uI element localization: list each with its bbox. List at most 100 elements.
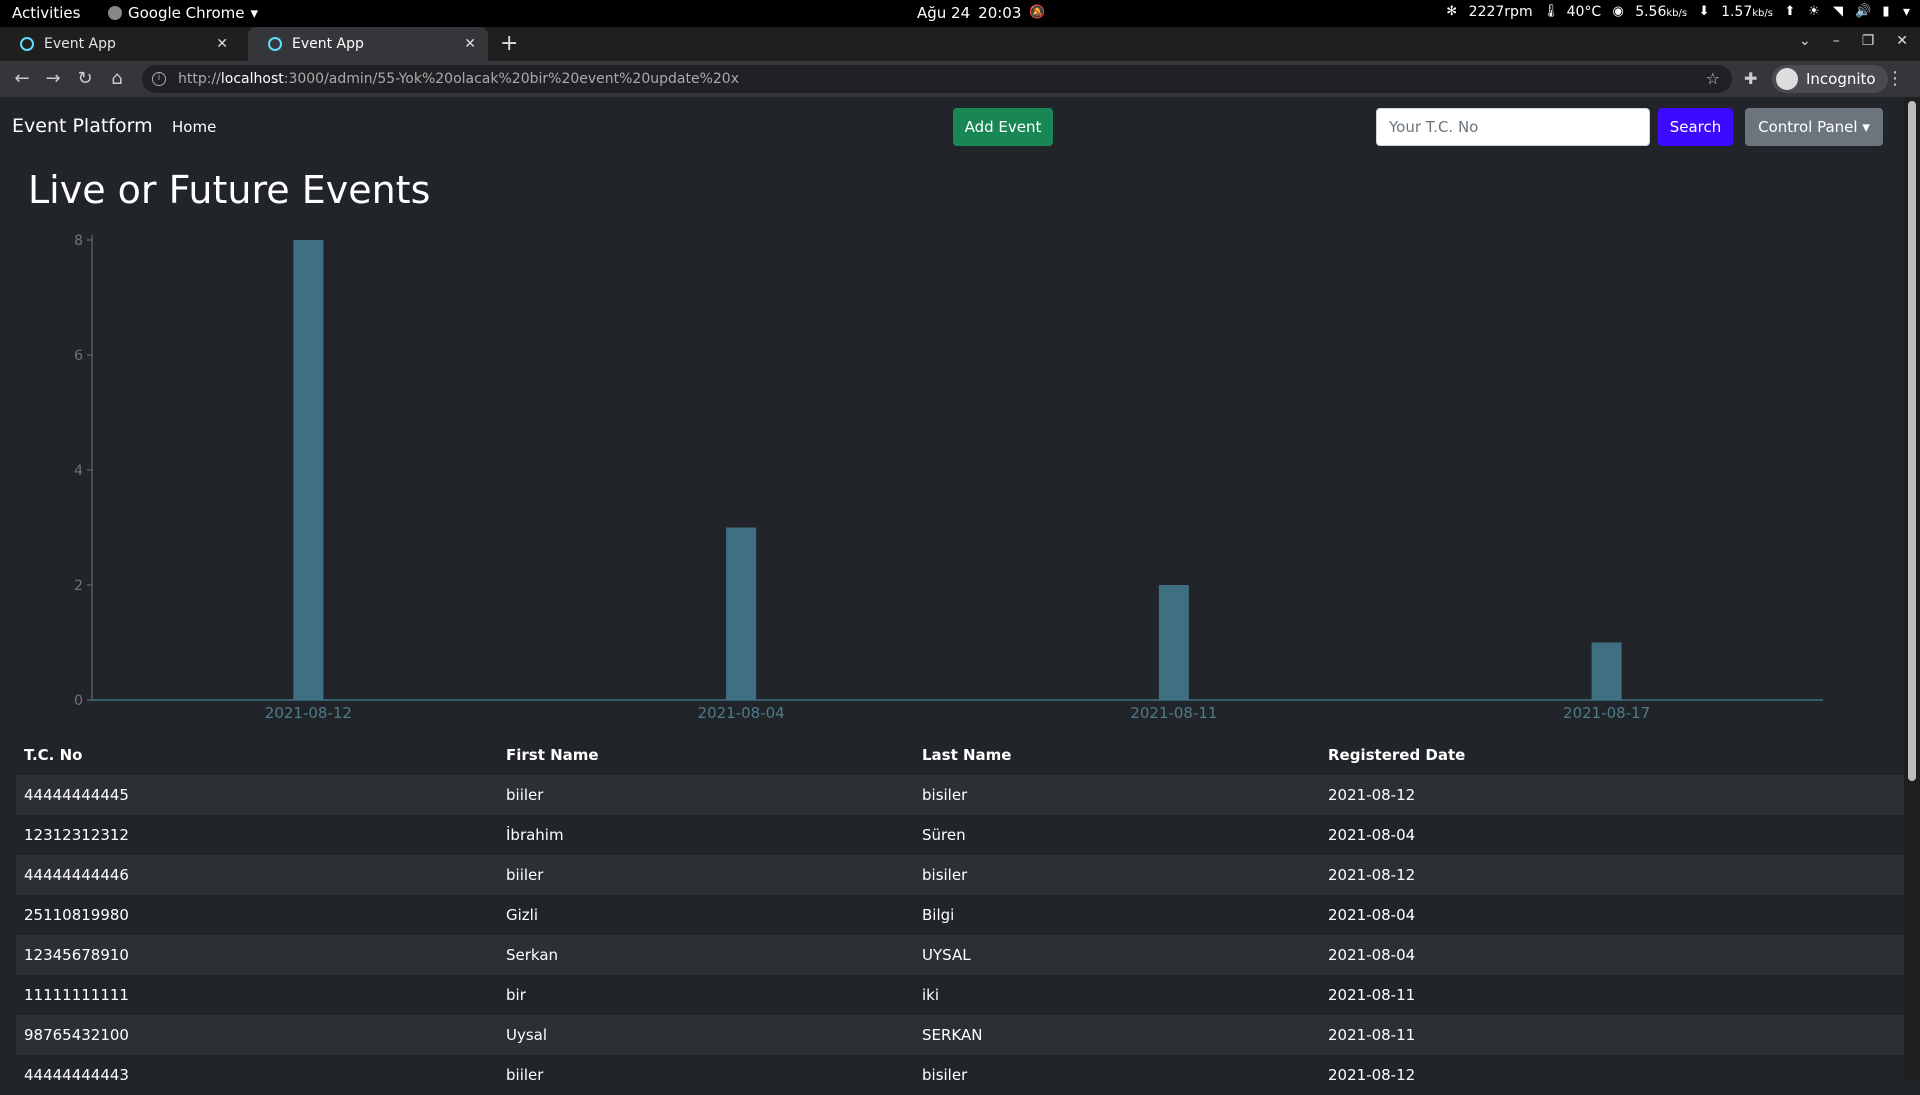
table-cell: 2021-08-11: [1328, 1026, 1416, 1044]
extensions-icon[interactable]: ✚: [1744, 69, 1757, 88]
table-cell: 2021-08-12: [1328, 786, 1416, 804]
add-event-button[interactable]: Add Event: [953, 108, 1053, 146]
table-row: 25110819980 Gizli Bilgi 2021-08-04: [16, 895, 1904, 935]
new-tab-button[interactable]: +: [500, 31, 518, 56]
table-cell: 12312312312: [24, 826, 129, 844]
browser-menu-icon[interactable]: ⋮: [1886, 68, 1904, 89]
chevron-down-icon: ▾: [1862, 118, 1870, 136]
react-favicon-icon: [20, 37, 34, 51]
table-cell: iki: [922, 986, 940, 1004]
activities-button[interactable]: Activities: [12, 4, 80, 22]
tab-title: Event App: [44, 36, 116, 52]
table-cell: biiler: [506, 786, 544, 804]
status-area[interactable]: ✻ 2227rpm 🌡 40°C ◉ 5.56kb/s ⬇ 1.57kb/s ⬆…: [1445, 4, 1910, 20]
clock[interactable]: Ağu 24 20:03 🔕: [917, 4, 1046, 22]
restore-icon[interactable]: ❐: [1862, 33, 1875, 49]
chrome-icon: [108, 6, 122, 20]
tab-search-icon[interactable]: ⌄: [1799, 33, 1811, 49]
nav-home-link[interactable]: Home: [172, 118, 216, 136]
browser-tab-active[interactable]: Event App ✕: [248, 27, 488, 61]
table-cell: 44444444443: [24, 1066, 129, 1084]
table-cell: 44444444445: [24, 786, 129, 804]
address-bar[interactable]: i http://localhost:3000/admin/55-Yok%20o…: [142, 65, 1732, 93]
table-row: 44444444443 biiler bisiler 2021-08-12: [16, 1055, 1904, 1095]
y-tick-label: 2: [74, 578, 83, 594]
table-cell: 2021-08-12: [1328, 866, 1416, 884]
url-text: http://localhost:3000/admin/55-Yok%20ola…: [178, 71, 739, 87]
home-icon[interactable]: ⌂: [107, 68, 127, 89]
react-favicon-icon: [268, 37, 282, 51]
x-tick-label: 2021-08-04: [698, 704, 785, 722]
column-header: T.C. No: [24, 746, 83, 764]
close-window-icon[interactable]: ✕: [1896, 33, 1908, 49]
bar[interactable]: [1591, 642, 1622, 701]
upload-arrow-icon: ⬆: [1784, 4, 1796, 19]
table-row: 44444444446 biiler bisiler 2021-08-12: [16, 855, 1904, 895]
back-icon[interactable]: ←: [12, 68, 32, 89]
table-cell: Gizli: [506, 906, 538, 924]
scrollbar-thumb[interactable]: [1908, 101, 1916, 781]
bookmark-star-icon[interactable]: ☆: [1706, 69, 1720, 88]
page-scrollbar[interactable]: [1904, 97, 1920, 1080]
column-header: First Name: [506, 746, 599, 764]
app-menu-label: Google Chrome: [128, 4, 245, 22]
table-cell: Serkan: [506, 946, 559, 964]
battery-icon: ▮: [1882, 4, 1890, 19]
control-panel-dropdown[interactable]: Control Panel ▾: [1745, 108, 1883, 146]
table-cell: SERKAN: [922, 1026, 983, 1044]
browser-tab[interactable]: Event App ✕: [0, 27, 240, 61]
window-controls: ⌄ – ❐ ✕: [1799, 33, 1908, 49]
upload-speed: 1.57kb/s: [1721, 4, 1773, 20]
table-cell: biiler: [506, 866, 544, 884]
download-speed: 5.56kb/s: [1635, 4, 1688, 20]
table-cell: 2021-08-04: [1328, 946, 1416, 964]
table-cell: 25110819980: [24, 906, 129, 924]
close-icon[interactable]: ✕: [464, 36, 476, 52]
brand[interactable]: Event Platform: [12, 115, 153, 137]
tc-search-input[interactable]: [1376, 108, 1650, 146]
system-menu-chevron-icon: ▾: [1902, 4, 1910, 20]
download-arrow-icon: ⬇: [1698, 4, 1710, 19]
table-cell: bisiler: [922, 1066, 968, 1084]
system-top-bar: Activities Google Chrome ▾ Ağu 24 20:03 …: [0, 0, 1920, 27]
thermometer-icon: 🌡: [1542, 4, 1560, 19]
app-menu[interactable]: Google Chrome ▾: [108, 4, 258, 22]
table-cell: bisiler: [922, 786, 968, 804]
table-row: 98765432100 Uysal SERKAN 2021-08-11: [16, 1015, 1904, 1055]
app-navbar: Event Platform Home Add Event Search Con…: [0, 97, 1904, 157]
table-cell: İbrahim: [506, 826, 564, 844]
search-button[interactable]: Search: [1658, 108, 1733, 146]
reload-icon[interactable]: ↻: [75, 68, 95, 89]
table-header-row: T.C. No First Name Last Name Registered …: [16, 735, 1904, 775]
site-info-icon[interactable]: i: [152, 72, 166, 86]
profile-incognito-button[interactable]: Incognito: [1772, 65, 1888, 93]
control-panel-label: Control Panel: [1758, 118, 1858, 136]
table-cell: 44444444446: [24, 866, 129, 884]
x-tick-label: 2021-08-12: [265, 704, 352, 722]
registrations-table: T.C. No First Name Last Name Registered …: [16, 735, 1904, 1095]
table-row: 11111111111 bir iki 2021-08-11: [16, 975, 1904, 1015]
bar[interactable]: [726, 527, 757, 701]
y-tick-label: 6: [74, 348, 83, 364]
table-cell: Bilgi: [922, 906, 955, 924]
fan-icon: ✻: [1446, 4, 1458, 19]
close-icon[interactable]: ✕: [216, 36, 228, 52]
table-cell: 12345678910: [24, 946, 129, 964]
page-title: Live or Future Events: [28, 168, 431, 212]
fan-speed: 2227rpm: [1468, 4, 1533, 20]
wifi-icon: ◥: [1832, 4, 1843, 19]
table-row: 12312312312 İbrahim Süren 2021-08-04: [16, 815, 1904, 855]
table-cell: bir: [506, 986, 526, 1004]
column-header: Registered Date: [1328, 746, 1466, 764]
bar[interactable]: [1158, 585, 1189, 700]
table-row: 12345678910 Serkan UYSAL 2021-08-04: [16, 935, 1904, 975]
forward-icon[interactable]: →: [43, 68, 63, 89]
table-cell: bisiler: [922, 866, 968, 884]
clock-date: Ağu 24: [917, 4, 971, 22]
bar[interactable]: [293, 240, 324, 700]
minimize-icon[interactable]: –: [1833, 33, 1840, 49]
y-tick-label: 4: [74, 463, 83, 479]
clock-time: 20:03: [978, 4, 1022, 22]
cpu-temp: 40°C: [1566, 4, 1602, 20]
y-tick-label: 0: [74, 693, 83, 709]
